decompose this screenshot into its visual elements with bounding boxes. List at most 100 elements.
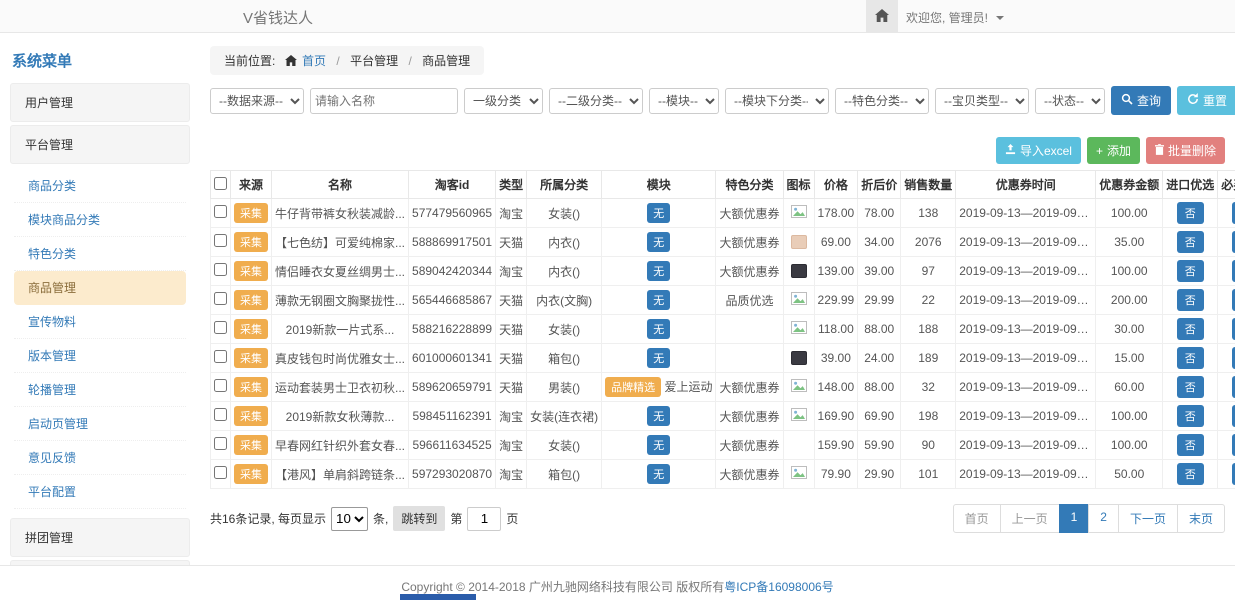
sidebar-item[interactable]: 商品管理 xyxy=(14,271,186,305)
page-number-input[interactable] xyxy=(467,507,501,531)
sidebar-item[interactable]: 轮播管理 xyxy=(14,373,186,407)
search-icon xyxy=(1121,93,1133,108)
sidebar-item[interactable]: 模块商品分类 xyxy=(14,203,186,237)
per-page-select[interactable]: 10 xyxy=(331,507,368,531)
row-checkbox[interactable] xyxy=(214,263,227,276)
filter-select-special-category[interactable]: --特色分类-- xyxy=(835,88,929,114)
module-cell: 无 xyxy=(602,402,716,431)
table-row: 采集2019新款一片式系...588216228899天猫女装()无118.00… xyxy=(211,315,1235,344)
sidebar-item[interactable]: 宣传物料 xyxy=(14,305,186,339)
filter-select-level1-category[interactable]: 一级分类 xyxy=(464,88,543,114)
product-name: 薄款无钢圈文胸聚拢性... xyxy=(272,286,409,315)
plus-icon: + xyxy=(1096,144,1103,158)
module-cell: 无 xyxy=(602,460,716,489)
price: 229.99 xyxy=(814,286,858,315)
row-checkbox[interactable] xyxy=(214,292,227,305)
broken-image-icon xyxy=(791,381,807,395)
sidebar-item[interactable]: 版本管理 xyxy=(14,339,186,373)
sidebar-item[interactable]: 平台配置 xyxy=(14,475,186,509)
filter-select-item-type[interactable]: --宝贝类型-- xyxy=(935,88,1029,114)
sales-count: 189 xyxy=(901,344,956,373)
select-all-checkbox[interactable] xyxy=(214,177,227,190)
coupon-time: 2019-09-13—2019-09-18 xyxy=(956,460,1096,489)
category: 男装() xyxy=(527,373,602,402)
import-select-toggle[interactable]: 否 xyxy=(1177,260,1204,282)
source-cell: 采集 xyxy=(231,228,272,257)
sidebar-group[interactable]: 用户管理 xyxy=(10,83,190,122)
sidebar-group[interactable]: 拼团管理 xyxy=(10,518,190,557)
row-checkbox[interactable] xyxy=(214,205,227,218)
breadcrumb-item: 平台管理 xyxy=(350,54,398,68)
price: 148.00 xyxy=(814,373,858,402)
user-menu[interactable]: 欢迎您, 管理员! xyxy=(906,9,1004,26)
import-select-toggle[interactable]: 否 xyxy=(1177,376,1204,398)
product-type: 淘宝 xyxy=(496,460,527,489)
pagination-bar: 共16条记录, 每页显示 10 条, 跳转到 第 页 首页上一页12下一页末页 xyxy=(210,504,1225,533)
must-buy-cell: 否 xyxy=(1218,228,1235,257)
column-header: 进口优选 xyxy=(1163,171,1218,199)
filter-select-module[interactable]: --模块-- xyxy=(649,88,719,114)
breadcrumb-home-link[interactable]: 首页 xyxy=(302,54,326,68)
import-select-toggle[interactable]: 否 xyxy=(1177,347,1204,369)
sidebar-group[interactable]: 平台管理 xyxy=(10,125,190,164)
search-button[interactable]: 查询 xyxy=(1111,86,1171,115)
row-checkbox[interactable] xyxy=(214,234,227,247)
module-text: 爱上运动 xyxy=(664,380,712,394)
category: 女装(连衣裙) xyxy=(527,402,602,431)
batch-delete-button[interactable]: 批量删除 xyxy=(1146,137,1225,164)
table-row: 采集运动套装男士卫衣初秋...589620659791天猫男装()品牌精选 爱上… xyxy=(211,373,1235,402)
reset-button[interactable]: 重置 xyxy=(1177,86,1235,115)
taoke-id: 588869917501 xyxy=(409,228,496,257)
import-select-cell: 否 xyxy=(1163,373,1218,402)
import-select-toggle[interactable]: 否 xyxy=(1177,202,1204,224)
row-select-cell xyxy=(211,286,231,315)
sidebar-item[interactable]: 商品分类 xyxy=(14,169,186,203)
row-checkbox[interactable] xyxy=(214,437,227,450)
import-select-toggle[interactable]: 否 xyxy=(1177,318,1204,340)
row-checkbox[interactable] xyxy=(214,408,227,421)
sidebar-item[interactable]: 启动页管理 xyxy=(14,407,186,441)
price: 79.90 xyxy=(814,460,858,489)
top-header: V省钱达人 欢迎您, 管理员! xyxy=(0,0,1235,33)
table-row: 采集牛仔背带裤女秋装减龄...577479560965淘宝女装()无大额优惠券1… xyxy=(211,199,1235,228)
filter-select-level2-category[interactable]: --二级分类-- xyxy=(549,88,643,114)
filter-select-module-subcategory[interactable]: --模块下分类-- xyxy=(725,88,829,114)
column-header: 模块 xyxy=(602,171,716,199)
row-select-cell xyxy=(211,344,231,373)
discount-price: 59.90 xyxy=(858,431,901,460)
sidebar-item[interactable]: 意见反馈 xyxy=(14,441,186,475)
row-checkbox[interactable] xyxy=(214,379,227,392)
coupon-time: 2019-09-13—2019-09-17 xyxy=(956,402,1096,431)
import-select-toggle[interactable]: 否 xyxy=(1177,434,1204,456)
row-checkbox[interactable] xyxy=(214,350,227,363)
icp-link[interactable]: 粤ICP备16098006号 xyxy=(724,580,833,594)
add-button[interactable]: +添加 xyxy=(1087,137,1140,164)
row-select-cell xyxy=(211,315,231,344)
broken-image-icon xyxy=(791,468,807,482)
last-page-button[interactable]: 末页 xyxy=(1177,504,1225,533)
row-checkbox[interactable] xyxy=(214,321,227,334)
filter-select-status[interactable]: --状态-- xyxy=(1035,88,1105,114)
jump-button[interactable]: 跳转到 xyxy=(393,506,445,531)
filter-select-data-source[interactable]: --数据来源-- xyxy=(210,88,304,114)
discount-price: 29.99 xyxy=(858,286,901,315)
import-select-toggle[interactable]: 否 xyxy=(1177,463,1204,485)
source-cell: 采集 xyxy=(231,257,272,286)
prev-page-button[interactable]: 上一页 xyxy=(1000,504,1060,533)
row-checkbox[interactable] xyxy=(214,466,227,479)
next-page-button[interactable]: 下一页 xyxy=(1118,504,1178,533)
sidebar-item[interactable]: 特色分类 xyxy=(14,237,186,271)
sales-count: 138 xyxy=(901,199,956,228)
import-excel-button[interactable]: 导入excel xyxy=(996,137,1081,164)
coupon-time: 2019-09-13—2019-09-17 xyxy=(956,431,1096,460)
name-search-input[interactable] xyxy=(310,88,458,114)
page-number-button[interactable]: 1 xyxy=(1059,504,1090,533)
home-button[interactable] xyxy=(866,0,898,33)
table-row: 采集薄款无钢圈文胸聚拢性...565446685867天猫内衣(文胸)无品质优选… xyxy=(211,286,1235,315)
import-select-toggle[interactable]: 否 xyxy=(1177,289,1204,311)
import-select-toggle[interactable]: 否 xyxy=(1177,231,1204,253)
page-number-button[interactable]: 2 xyxy=(1088,504,1119,533)
row-select-cell xyxy=(211,228,231,257)
import-select-toggle[interactable]: 否 xyxy=(1177,405,1204,427)
first-page-button[interactable]: 首页 xyxy=(953,504,1001,533)
